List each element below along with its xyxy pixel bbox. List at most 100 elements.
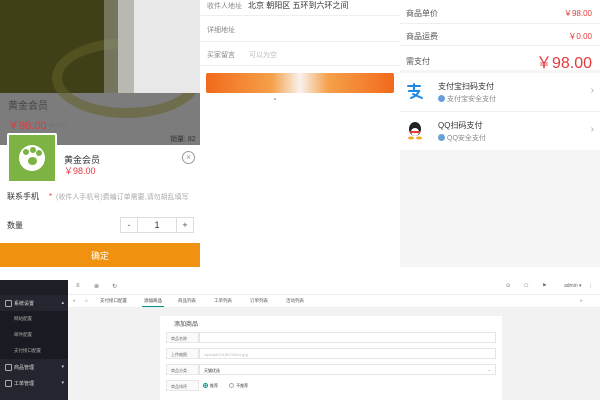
alipay-option[interactable]: 支付宝扫码支付 支付宝安全支付 › — [400, 73, 600, 111]
receiver-row[interactable]: 收件人地址 北京 朝阳区 五环到六环之间 — [207, 0, 348, 11]
add-goods-form: 添加商品 商品名称 上传缩图 /upload/20180709/s4.jpg 商… — [160, 316, 502, 400]
shipping-value: ￥0.00 — [568, 32, 592, 41]
thumbnail-label: 上传缩图 — [166, 348, 199, 359]
alipay-title: 支付宝扫码支付 — [438, 82, 494, 91]
shipping-row: 商品运费 ￥0.00 — [406, 31, 592, 42]
qq-pay-title: QQ扫码支付 — [438, 121, 483, 130]
total-row: 需支付 ￥98.00 — [406, 49, 592, 73]
quantity-label: 数量 — [7, 221, 23, 230]
refresh-icon[interactable]: ↻ — [112, 283, 117, 290]
admin-topbar: ≡ ⊗ ↻ ⊙ ⎔ ⚑ admin ▾ ⋮ — [68, 280, 600, 295]
tab-payment-config[interactable]: 支付接口配置 — [100, 298, 127, 304]
detail-address-row[interactable]: 详细地址 — [207, 25, 235, 35]
globe-icon[interactable]: ⊗ — [94, 283, 99, 290]
unit-price-row: 商品单价 ￥98.00 — [406, 8, 592, 19]
screenshot-collage: { "product": { "title": "黄金会员", "price":… — [0, 0, 600, 400]
category-label: 商品分类 — [166, 364, 199, 375]
quantity-input[interactable]: 1 — [137, 218, 177, 232]
admin-sidebar: 系统设置 ▴ 网站配置 邮件配置 支付接口配置 商品管理 ▾ 工单管理 ▾ — [0, 280, 68, 400]
sidebar-item-goods[interactable]: 商品管理 ▾ — [0, 359, 68, 375]
menu-icon[interactable]: ≡ — [76, 283, 80, 289]
sidebar-item-mail-config[interactable]: 邮件配置 — [0, 327, 68, 343]
home-icon[interactable]: ⌂ — [85, 298, 88, 303]
qq-pay-option[interactable]: QQ扫码支付 QQ安全支付 › — [400, 112, 600, 150]
goods-name-input[interactable] — [199, 332, 496, 343]
unit-price-value: ￥98.00 — [563, 9, 592, 18]
quantity-stepper: - 1 + — [120, 217, 194, 233]
chevron-right-icon: › — [590, 85, 594, 96]
qq-icon — [408, 122, 422, 140]
tab-activity-list[interactable]: 活动列表 — [286, 298, 304, 304]
receiver-label: 收件人地址 — [207, 3, 242, 10]
admin-logo — [0, 280, 68, 295]
form-title: 添加商品 — [174, 322, 199, 328]
goods-name-field: 商品名称 — [166, 332, 496, 343]
receiver-value: 北京 朝阳区 五环到六环之间 — [248, 1, 349, 10]
admin-tab-bar: « ⌂ 支付接口配置 添加商品 商品列表 工单列表 订单列表 活动列表 » — [68, 295, 600, 308]
paw-icon — [19, 145, 45, 171]
tab-order-list[interactable]: 订单列表 — [250, 298, 268, 304]
tab-add-goods[interactable]: 添加商品 — [142, 298, 164, 307]
category-field: 商品分类 天猫优选 ⌄ — [166, 364, 496, 375]
notification-icon[interactable]: ⊙ — [506, 283, 510, 289]
confirm-button[interactable]: 确定 — [0, 243, 200, 267]
product-banner-image — [0, 0, 200, 118]
total-label: 需支付 — [406, 56, 430, 66]
tab-ticket-list[interactable]: 工单列表 — [214, 298, 232, 304]
user-menu[interactable]: admin ▾ — [564, 283, 582, 289]
message-input[interactable]: 可以为空 — [249, 52, 277, 59]
shield-icon — [438, 134, 445, 141]
screen-icon[interactable]: ⎔ — [524, 283, 528, 289]
recommend-label: 商品排序 — [166, 380, 199, 391]
qq-pay-subtitle: QQ安全支付 — [438, 133, 486, 143]
unit-price-label: 商品单价 — [406, 9, 438, 18]
pay-button[interactable] — [206, 73, 394, 93]
chevron-right-icon: › — [590, 124, 594, 135]
phone-label: 联系手机 — [7, 192, 39, 201]
sidebar-item-system-settings[interactable]: 系统设置 ▴ — [0, 295, 68, 311]
product-sales: 销量: 82 — [170, 136, 196, 143]
tab-scroll-left[interactable]: « — [73, 298, 76, 303]
product-old-price: ￥468 — [48, 122, 67, 129]
message-label: 买家留言 — [207, 52, 235, 59]
chevron-down-icon: ▾ — [61, 364, 64, 370]
detail-address-label: 详细地址 — [207, 27, 235, 34]
goods-name-label: 商品名称 — [166, 332, 199, 343]
address-form-panel: 收件人地址 北京 朝阳区 五环到六环之间 详细地址 买家留言 可以为空 — [200, 0, 400, 267]
shield-icon — [438, 95, 445, 102]
admin-content: 添加商品 商品名称 上传缩图 /upload/20180709/s4.jpg 商… — [68, 308, 600, 400]
flag-icon[interactable]: ⚑ — [542, 283, 546, 289]
product-price: ￥98.00 — [8, 120, 47, 132]
payment-panel: 商品单价 ￥98.00 商品运费 ￥0.00 需支付 ￥98.00 支付宝扫码支… — [400, 0, 600, 267]
sku-price: ￥98.00 — [64, 166, 96, 176]
alipay-subtitle: 支付宝安全支付 — [438, 94, 496, 104]
quantity-decrease-button[interactable]: - — [121, 218, 137, 232]
category-select[interactable]: 天猫优选 ⌄ — [199, 364, 496, 375]
radio-not-recommend[interactable]: 不推荐 — [229, 383, 248, 388]
product-panel: 黄金会员 ￥98.00 ￥468 销量: 82 黄金会员 ￥98.00 × 联系… — [0, 0, 200, 267]
sidebar-item-tickets[interactable]: 工单管理 ▾ — [0, 375, 68, 391]
sidebar-item-site-config[interactable]: 网站配置 — [0, 311, 68, 327]
phone-input[interactable]: (收件人手机号)费编订单需要,请勿胡乱填写 — [56, 192, 189, 202]
thumbnail-input[interactable]: /upload/20180709/s4.jpg — [199, 348, 496, 359]
chevron-down-icon: ▾ — [61, 380, 64, 386]
shipping-label: 商品运费 — [406, 32, 438, 41]
quantity-increase-button[interactable]: + — [177, 218, 193, 232]
recommend-field: 商品排序 推荐 不推荐 — [166, 380, 496, 391]
close-icon[interactable]: × — [182, 151, 195, 164]
tab-goods-list[interactable]: 商品列表 — [178, 298, 196, 304]
message-row[interactable]: 买家留言 可以为空 — [207, 50, 277, 60]
product-thumbnail — [7, 133, 57, 183]
total-value: ￥98.00 — [535, 55, 592, 72]
radio-recommend[interactable]: 推荐 — [203, 383, 218, 388]
sidebar-item-payment-config[interactable]: 支付接口配置 — [0, 343, 68, 359]
more-icon[interactable]: ⋮ — [588, 283, 593, 289]
alipay-icon — [407, 83, 423, 99]
thumbnail-field: 上传缩图 /upload/20180709/s4.jpg — [166, 348, 496, 359]
chevron-up-icon: ▴ — [61, 300, 64, 306]
required-mark: * — [49, 192, 53, 201]
product-title: 黄金会员 — [8, 101, 48, 112]
recommend-radio-group: 推荐 不推荐 — [199, 380, 496, 391]
tab-scroll-right[interactable]: » — [580, 298, 583, 303]
chevron-down-icon: ⌄ — [487, 367, 491, 372]
